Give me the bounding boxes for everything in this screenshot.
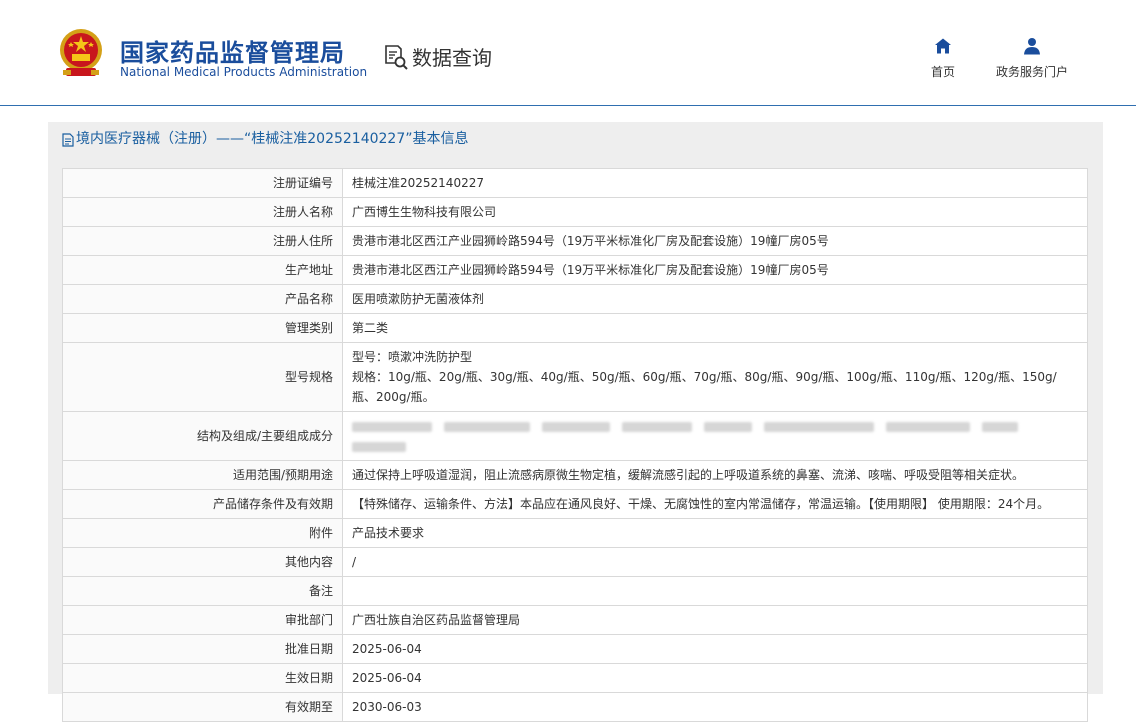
row-value: [342, 411, 1088, 461]
row-label: 管理类别: [62, 313, 343, 343]
row-value: 型号：喷漱冲洗防护型 规格：10g/瓶、20g/瓶、30g/瓶、40g/瓶、50g…: [342, 342, 1088, 412]
row-value: 贵港市港北区西江产业园狮岭路594号（19万平米标准化厂房及配套设施）19幢厂房…: [342, 255, 1088, 285]
info-table-wrap: 注册证编号 桂械注准20252140227 注册人名称 广西博生生物科技有限公司 注册人…: [62, 168, 1088, 722]
row-value: /: [342, 547, 1088, 577]
table-row: 生产地址 贵港市港北区西江产业园狮岭路594号（19万平米标准化厂房及配套设施）1…: [62, 255, 1088, 285]
detail-panel: 境内医疗器械（注册）——“桂械注准20252140227”基本信息 注册证编号桂…: [48, 122, 1103, 722]
redacted-text: [542, 421, 610, 432]
row-value: 贵港市港北区西江产业园狮岭路594号（19万平米标准化厂房及配套设施）19幢厂房…: [342, 226, 1088, 256]
document-icon: [62, 132, 74, 147]
row-label: 生产地址: [62, 255, 343, 285]
row-label: 注册证编号: [62, 168, 343, 198]
nav-gov-service-portal[interactable]: 政务服务门户: [990, 37, 1074, 80]
table-row: 批准日期 2025-06-04: [62, 634, 1088, 664]
table-row: 生效日期 2025-06-04: [62, 663, 1088, 693]
row-label: 型号规格: [62, 342, 343, 412]
table-row: 有效期至 2030-06-03: [62, 692, 1088, 722]
row-value: 医用喷漱防护无菌液体剂: [342, 284, 1088, 314]
redacted-text: [352, 441, 406, 452]
table-row: 产品储存条件及有效期 【特殊储存、运输条件、方法】本品应在通风良好、干燥、无腐蚀性…: [62, 489, 1088, 519]
table-row: 注册人名称 广西博生生物科技有限公司: [62, 197, 1088, 227]
row-value: 第二类: [342, 313, 1088, 343]
row-label: 适用范围/预期用途: [62, 460, 343, 490]
row-label: 备注: [62, 576, 343, 606]
redacted-text: [982, 421, 1018, 432]
org-name-en: National Medical Products Administration: [120, 65, 368, 79]
nav-portal-label: 政务服务门户: [995, 65, 1068, 79]
row-label: 附件: [62, 518, 343, 548]
row-value: 产品技术要求: [342, 518, 1088, 548]
table-row: 注册证编号 桂械注准20252140227: [62, 168, 1088, 198]
row-value: 桂械注准20252140227: [342, 168, 1088, 198]
redacted-text: [444, 421, 530, 432]
row-value: [342, 576, 1088, 606]
national-emblem-icon: [60, 29, 102, 76]
table-row: 审批部门 广西壮族自治区药品监督管理局: [62, 605, 1088, 635]
row-label: 审批部门: [62, 605, 343, 635]
row-value: 【特殊储存、运输条件、方法】本品应在通风良好、干燥、无腐蚀性的室内常温储存，常温…: [342, 489, 1088, 519]
info-table-body: 注册证编号 桂械注准20252140227 注册人名称 广西博生生物科技有限公司 注册人…: [62, 168, 1088, 722]
home-icon: [935, 38, 951, 54]
table-row: 附件 产品技术要求: [62, 518, 1088, 548]
row-value: 通过保持上呼吸道湿润，阻止流感病原微生物定植，缓解流感引起的上呼吸道系统的鼻塞、…: [342, 460, 1088, 490]
table-row: 产品名称 医用喷漱防护无菌液体剂: [62, 284, 1088, 314]
row-label: 产品名称: [62, 284, 343, 314]
row-value: 2025-06-04: [342, 634, 1088, 664]
row-label: 其他内容: [62, 547, 343, 577]
panel-title: 境内医疗器械（注册）——“桂械注准20252140227”基本信息: [48, 122, 1103, 157]
row-value: 2025-06-04: [342, 663, 1088, 693]
nav-home[interactable]: 首页: [926, 37, 960, 80]
panel-title-text: 境内医疗器械（注册）——“桂械注准20252140227”基本信息: [76, 131, 469, 147]
table-row: 其他内容 /: [62, 547, 1088, 577]
row-label: 生效日期: [62, 663, 343, 693]
row-value: 广西壮族自治区药品监督管理局: [342, 605, 1088, 635]
redacted-text: [622, 421, 692, 432]
info-table: 注册证编号 桂械注准20252140227 注册人名称 广西博生生物科技有限公司 注册人…: [62, 168, 1088, 722]
user-icon: [1024, 38, 1040, 55]
document-search-icon: [385, 44, 408, 70]
row-label: 产品储存条件及有效期: [62, 489, 343, 519]
row-value: 广西博生生物科技有限公司: [342, 197, 1088, 227]
redacted-text: [704, 421, 752, 432]
table-row: 注册人住所 贵港市港北区西江产业园狮岭路594号（19万平米标准化厂房及配套设施）…: [62, 226, 1088, 256]
row-label: 有效期至: [62, 692, 343, 722]
table-row: 型号规格 型号：喷漱冲洗防护型 规格：10g/瓶、20g/瓶、30g/瓶、40g/瓶…: [62, 342, 1088, 412]
redacted-text: [764, 421, 874, 432]
data-query-section: 数据查询: [382, 42, 492, 71]
table-row: 结构及组成/主要组成成分: [62, 411, 1088, 461]
row-label: 批准日期: [62, 634, 343, 664]
table-row: 管理类别 第二类: [62, 313, 1088, 343]
row-label: 结构及组成/主要组成成分: [62, 411, 343, 461]
row-label: 注册人住所: [62, 226, 343, 256]
redacted-text: [886, 421, 970, 432]
redacted-text: [352, 421, 432, 432]
nav-home-label: 首页: [930, 65, 955, 79]
site-header: 国家药品监督管理局 National Medical Products Admi…: [0, 0, 1136, 106]
table-row: 适用范围/预期用途 通过保持上呼吸道湿润，阻止流感病原微生物定植，缓解流感引起的上…: [62, 460, 1088, 490]
org-name-cn: 国家药品监督管理局: [120, 39, 345, 67]
row-label: 注册人名称: [62, 197, 343, 227]
table-row: 备注: [62, 576, 1088, 606]
section-title: 数据查询: [412, 46, 492, 70]
row-value: 2030-06-03: [342, 692, 1088, 722]
